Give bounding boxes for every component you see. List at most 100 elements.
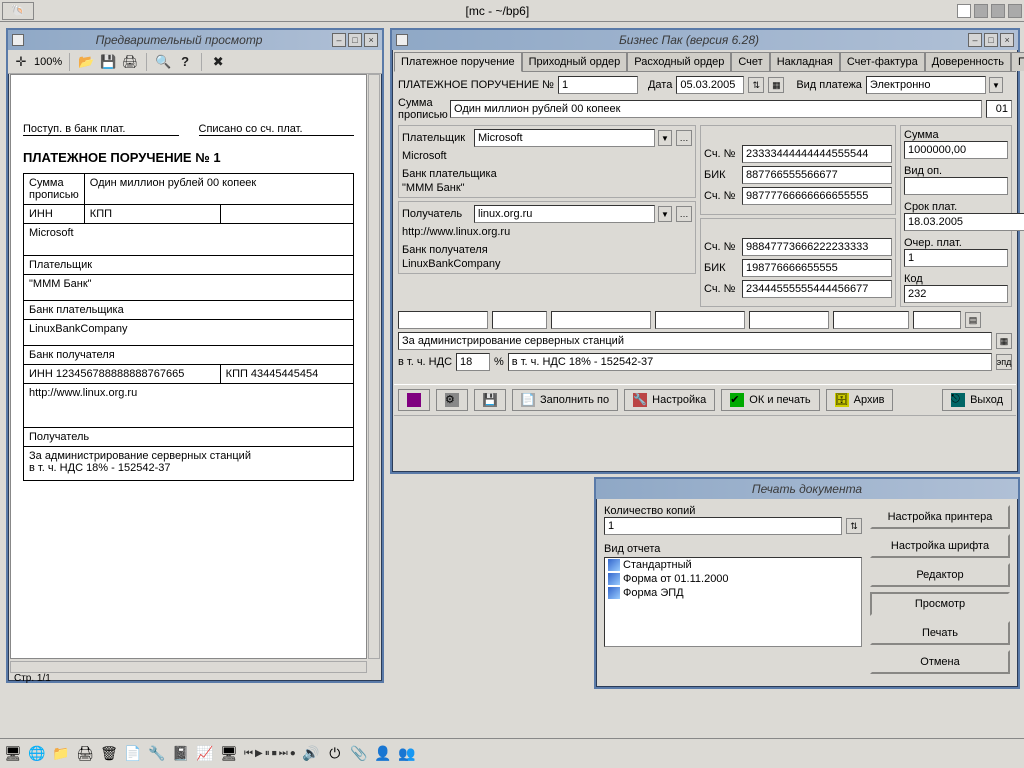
editor-button[interactable]: Редактор	[870, 563, 1010, 587]
media-stop-icon[interactable]: ⏹	[272, 748, 277, 759]
tab-invoice-facture[interactable]: Счет-фактура	[840, 52, 925, 71]
tax-tool-icon[interactable]: ▤	[965, 312, 981, 328]
taskbar-icon-user2[interactable]: 👥	[398, 745, 416, 763]
pay-type-dropdown-icon[interactable]: ▼	[989, 77, 1003, 93]
input-ocher[interactable]	[904, 249, 1008, 267]
tax-field-7[interactable]	[913, 311, 961, 329]
taskbar-icon-1[interactable]: 🖥	[4, 745, 22, 763]
input-payer[interactable]	[474, 129, 655, 147]
input-doc-number[interactable]	[558, 76, 638, 94]
media-pause-icon[interactable]: ⏸	[265, 748, 270, 759]
tax-field-6[interactable]	[833, 311, 909, 329]
input-nds-rate[interactable]	[456, 353, 490, 371]
input-summa-prop[interactable]	[450, 100, 982, 118]
print-button[interactable]: Печать	[870, 621, 1010, 645]
preview-scrollbar-horizontal[interactable]	[10, 661, 367, 673]
taskbar-icon-5[interactable]: 🗑	[100, 745, 118, 763]
minimize-icon[interactable]: –	[332, 33, 346, 47]
tray-box-2[interactable]	[974, 4, 988, 18]
input-recv-acct[interactable]	[742, 238, 892, 256]
report-list[interactable]: Стандартный Форма от 01.11.2000 Форма ЭП…	[604, 557, 862, 647]
app-maximize-icon[interactable]: □	[984, 33, 998, 47]
input-pay-type[interactable]	[866, 76, 986, 94]
input-vidop[interactable]	[904, 177, 1008, 195]
archive-button[interactable]: 🗄Архив	[826, 389, 894, 411]
find-icon[interactable]: 🔍	[154, 53, 172, 71]
input-srok[interactable]	[904, 213, 1024, 231]
date-spinner[interactable]: ⇅	[748, 77, 764, 93]
preview-scrollbar-vertical[interactable]	[368, 74, 380, 659]
report-item-label[interactable]: Форма ЭПД	[623, 587, 684, 599]
input-recv[interactable]	[474, 205, 655, 223]
input-payer-acct[interactable]	[742, 145, 892, 163]
input-payer-bik[interactable]	[742, 166, 892, 184]
input-copies[interactable]	[604, 517, 842, 535]
taskbar-icon-vol[interactable]: 🔊	[302, 745, 320, 763]
tab-price[interactable]: Прай	[1011, 52, 1024, 71]
purpose-tool1-icon[interactable]: ▦	[996, 333, 1012, 349]
app-close-icon[interactable]: ×	[1000, 33, 1014, 47]
input-date[interactable]	[676, 76, 744, 94]
media-next-icon[interactable]: ⏭	[279, 748, 288, 759]
media-rec-icon[interactable]: ●	[290, 748, 296, 759]
media-prev-icon[interactable]: ⏮	[244, 748, 253, 759]
app-minimize-icon[interactable]: –	[968, 33, 982, 47]
close-tool-icon[interactable]: ✖	[209, 53, 227, 71]
tab-payment-order[interactable]: Платежное поручение	[394, 52, 522, 72]
open-icon[interactable]: 📂	[77, 53, 95, 71]
taskbar-icon-8[interactable]: 📓	[172, 745, 190, 763]
maximize-icon[interactable]: □	[348, 33, 362, 47]
zoom-level[interactable]: 100%	[34, 56, 62, 68]
gear-button[interactable]: ⚙	[436, 389, 468, 411]
input-recv-bank-acct[interactable]	[742, 280, 892, 298]
top-taskbar-app-button[interactable]: 🐚	[2, 2, 34, 20]
tax-field-3[interactable]	[551, 311, 651, 329]
tray-box-4[interactable]	[1008, 4, 1022, 18]
input-purpose[interactable]	[398, 332, 992, 350]
taskbar-icon-4[interactable]: 🖨	[76, 745, 94, 763]
print-icon[interactable]: 🖨	[121, 53, 139, 71]
taskbar-icon-7[interactable]: 🔧	[148, 745, 166, 763]
tab-income-order[interactable]: Приходный ордер	[522, 52, 628, 71]
fill-button[interactable]: 📄Заполнить по	[512, 389, 618, 411]
exit-button[interactable]: ⎋Выход	[942, 389, 1012, 411]
input-payer-bank-acct[interactable]	[742, 187, 892, 205]
tax-field-4[interactable]	[655, 311, 745, 329]
tax-field-1[interactable]	[398, 311, 488, 329]
taskbar-icon-clip[interactable]: 📎	[350, 745, 368, 763]
ok-print-button[interactable]: ✔ОК и печать	[721, 389, 819, 411]
payer-lookup-icon[interactable]: …	[676, 130, 692, 146]
taskbar-icon-2[interactable]: 🌐	[28, 745, 46, 763]
nds-tool-icon[interactable]: эпд	[996, 354, 1012, 370]
taskbar-icon-user[interactable]: 👤	[374, 745, 392, 763]
media-play-icon[interactable]: ▶	[255, 748, 263, 759]
input-batch[interactable]	[986, 100, 1012, 118]
tax-field-5[interactable]	[749, 311, 829, 329]
tray-box-3[interactable]	[991, 4, 1005, 18]
tax-field-2[interactable]	[492, 311, 547, 329]
input-recv-bik[interactable]	[742, 259, 892, 277]
print-titlebar[interactable]: Печать документа	[596, 479, 1018, 499]
font-setup-button[interactable]: Настройка шрифта	[870, 534, 1010, 558]
save-button[interactable]: 💾	[474, 389, 506, 411]
input-nds-text[interactable]	[508, 353, 992, 371]
help-icon[interactable]: ?	[176, 53, 194, 71]
taskbar-icon-3[interactable]: 📁	[52, 745, 70, 763]
report-item-label[interactable]: Форма от 01.11.2000	[623, 573, 729, 585]
tray-box-1[interactable]	[957, 4, 971, 18]
taskbar-icon-power[interactable]: ⏻	[326, 745, 344, 763]
tab-invoice[interactable]: Накладная	[770, 52, 840, 71]
input-summa[interactable]	[904, 141, 1008, 159]
copies-spinner[interactable]: ⇅	[846, 518, 862, 534]
book-button[interactable]	[398, 389, 430, 411]
recv-dropdown-icon[interactable]: ▼	[658, 206, 672, 222]
taskbar-icon-6[interactable]: 📄	[124, 745, 142, 763]
recv-lookup-icon[interactable]: …	[676, 206, 692, 222]
preview-button[interactable]: Просмотр	[870, 592, 1010, 616]
app-titlebar[interactable]: Бизнес Пак (версия 6.28) – □ ×	[392, 30, 1018, 50]
close-icon[interactable]: ×	[364, 33, 378, 47]
tab-proxy[interactable]: Доверенность	[925, 52, 1011, 71]
save-icon[interactable]: 💾	[99, 53, 117, 71]
preview-titlebar[interactable]: Предварительный просмотр – □ ×	[8, 30, 382, 50]
settings-button[interactable]: 🔧Настройка	[624, 389, 715, 411]
